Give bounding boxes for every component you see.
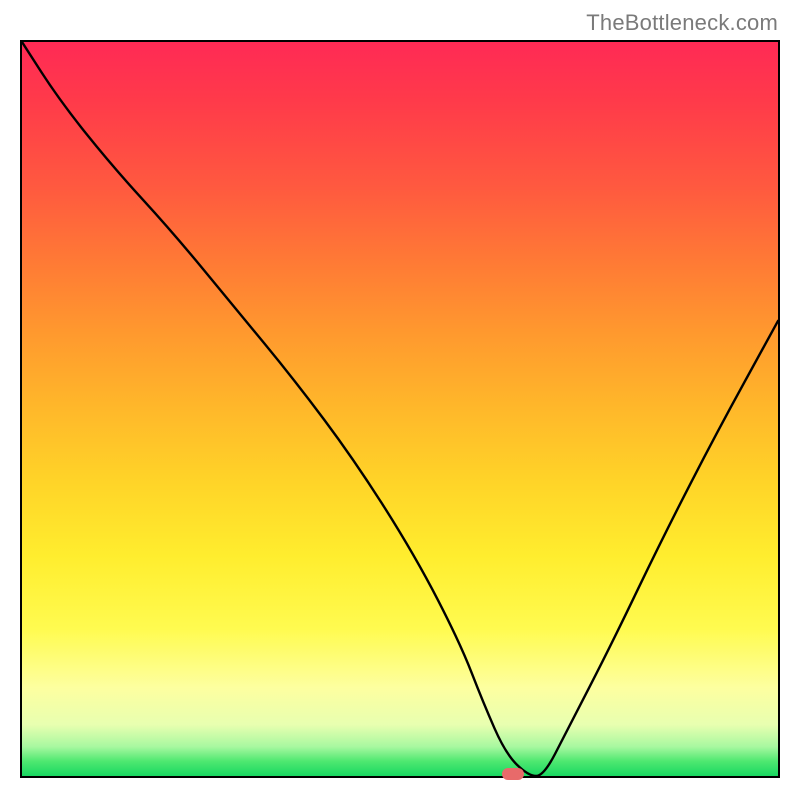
- chart-container: TheBottleneck.com: [0, 0, 800, 800]
- optimal-point-marker: [502, 768, 524, 780]
- plot-area: [20, 40, 780, 778]
- bottleneck-curve: [22, 42, 778, 776]
- chart-svg: [22, 42, 778, 776]
- watermark-text: TheBottleneck.com: [586, 10, 778, 36]
